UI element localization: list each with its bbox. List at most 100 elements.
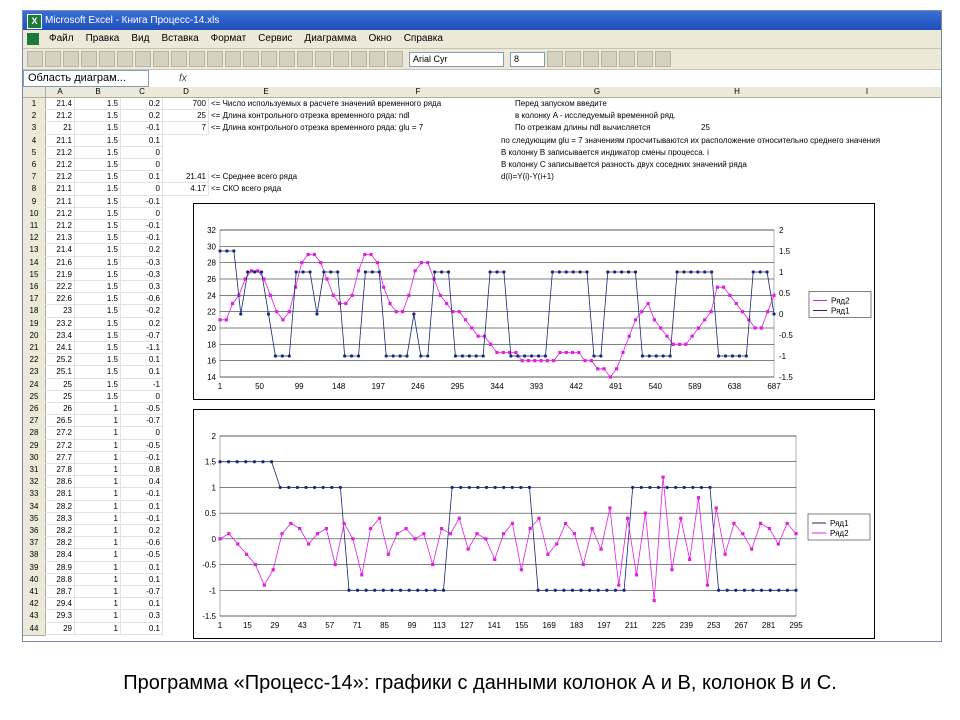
cell[interactable]: 21.4 [45, 244, 75, 257]
cell[interactable]: 0.1 [121, 366, 163, 379]
toolbar-button-icon[interactable] [225, 51, 241, 67]
select-all-corner[interactable] [23, 87, 46, 98]
column-header[interactable]: D [163, 87, 210, 98]
row-header[interactable]: 8 [23, 183, 46, 197]
cell[interactable]: 28.2 [45, 525, 75, 538]
cell[interactable]: -0.6 [121, 537, 163, 550]
row-header[interactable]: 25 [23, 390, 46, 404]
cell[interactable]: 0.1 [121, 171, 163, 184]
cell[interactable]: 21.1 [45, 183, 75, 196]
column-header[interactable]: G [513, 87, 682, 98]
cell[interactable]: 0.2 [121, 98, 163, 111]
cell[interactable]: 27.7 [45, 451, 75, 464]
cell[interactable]: 1.5 [75, 98, 121, 111]
row-header[interactable]: 20 [23, 329, 46, 343]
cell[interactable]: 1 [75, 403, 121, 416]
cell[interactable]: 1 [75, 476, 121, 489]
toolbar-button-icon[interactable] [81, 51, 97, 67]
column-header[interactable]: A [45, 87, 76, 98]
cell[interactable]: 28.3 [45, 512, 75, 525]
row-header[interactable]: 27 [23, 415, 46, 429]
cell[interactable]: 23.4 [45, 329, 75, 342]
cell[interactable]: 1.5 [75, 207, 121, 220]
cell[interactable]: -0.1 [121, 195, 163, 208]
row-header[interactable]: 7 [23, 171, 46, 185]
row-header[interactable]: 34 [23, 500, 46, 514]
toolbar-button-icon[interactable] [547, 51, 563, 67]
cell[interactable]: 28.9 [45, 561, 75, 574]
cell[interactable]: 1 [75, 451, 121, 464]
cell[interactable]: 21.2 [45, 146, 75, 159]
cell[interactable]: -0.3 [121, 256, 163, 269]
cell[interactable]: 1.5 [75, 183, 121, 196]
cell[interactable]: 21.2 [45, 159, 75, 172]
menu-item-5[interactable]: Сервис [252, 30, 298, 48]
cell[interactable]: 0.1 [121, 500, 163, 513]
cell[interactable]: 1.5 [75, 281, 121, 294]
cell[interactable]: 23.2 [45, 317, 75, 330]
cell[interactable]: 29.3 [45, 610, 75, 623]
cell[interactable]: 1 [75, 622, 121, 635]
toolbar-button-icon[interactable] [189, 51, 205, 67]
menu-item-4[interactable]: Формат [205, 30, 253, 48]
cell[interactable]: 7 [163, 122, 209, 135]
name-box[interactable]: Область диаграм... [23, 70, 149, 87]
column-header[interactable]: I [793, 87, 941, 98]
font-select[interactable]: Arial Cyr [409, 51, 504, 67]
toolbar-button-icon[interactable] [279, 51, 295, 67]
cell[interactable]: 1 [75, 586, 121, 599]
toolbar-button-icon[interactable] [99, 51, 115, 67]
menu-item-7[interactable]: Окно [362, 30, 397, 48]
cell[interactable]: 21.3 [45, 232, 75, 245]
cell[interactable]: 0.2 [121, 317, 163, 330]
workbook-icon[interactable] [27, 33, 39, 45]
menu-item-8[interactable]: Справка [398, 30, 449, 48]
toolbar-button-icon[interactable] [171, 51, 187, 67]
cell[interactable]: 0.2 [121, 525, 163, 538]
cell[interactable]: 1.5 [75, 134, 121, 147]
cell[interactable]: 22.6 [45, 293, 75, 306]
font-size-select[interactable]: 8 [510, 51, 545, 67]
toolbar-button-icon[interactable] [351, 51, 367, 67]
menu-item-1[interactable]: Правка [80, 30, 126, 48]
cell[interactable]: -0.5 [121, 549, 163, 562]
toolbar-button-icon[interactable] [297, 51, 313, 67]
row-header[interactable]: 13 [23, 244, 46, 258]
cell[interactable]: 1 [75, 427, 121, 440]
cell[interactable]: 1.5 [75, 110, 121, 123]
cell[interactable]: 21.41 [163, 171, 209, 184]
menu-item-3[interactable]: Вставка [155, 30, 204, 48]
cell[interactable]: -0.7 [121, 329, 163, 342]
cell[interactable]: 1.5 [75, 256, 121, 269]
cell[interactable]: 21.9 [45, 268, 75, 281]
cell[interactable]: 21.2 [45, 207, 75, 220]
column-header[interactable]: F [323, 87, 514, 98]
toolbar-button-icon[interactable] [27, 51, 43, 67]
cell[interactable]: 0.4 [121, 476, 163, 489]
column-header[interactable]: C [121, 87, 164, 98]
cell[interactable]: 21.1 [45, 195, 75, 208]
column-header[interactable]: E [209, 87, 324, 98]
cell[interactable]: 25 [45, 390, 75, 403]
cell[interactable]: 0.3 [121, 610, 163, 623]
column-header[interactable]: H [681, 87, 794, 98]
cell[interactable]: 1 [75, 573, 121, 586]
cell[interactable]: 27.2 [45, 439, 75, 452]
cell[interactable]: 26.5 [45, 415, 75, 428]
toolbar-button-icon[interactable] [333, 51, 349, 67]
row-header[interactable]: 14 [23, 256, 46, 270]
cell[interactable]: 1 [75, 525, 121, 538]
row-header[interactable]: 2 [23, 110, 46, 124]
toolbar-button-icon[interactable] [45, 51, 61, 67]
cell[interactable]: 0.1 [121, 598, 163, 611]
cell[interactable]: 28.7 [45, 586, 75, 599]
cell[interactable]: 28.8 [45, 573, 75, 586]
cell[interactable]: -0.1 [121, 488, 163, 501]
cell[interactable]: -0.2 [121, 305, 163, 318]
cell[interactable]: 1 [75, 610, 121, 623]
cell[interactable]: 1 [75, 512, 121, 525]
row-header[interactable]: 28 [23, 427, 46, 441]
toolbar-button-icon[interactable] [387, 51, 403, 67]
cell[interactable]: 25 [163, 110, 209, 123]
cell[interactable]: 21.4 [45, 98, 75, 111]
